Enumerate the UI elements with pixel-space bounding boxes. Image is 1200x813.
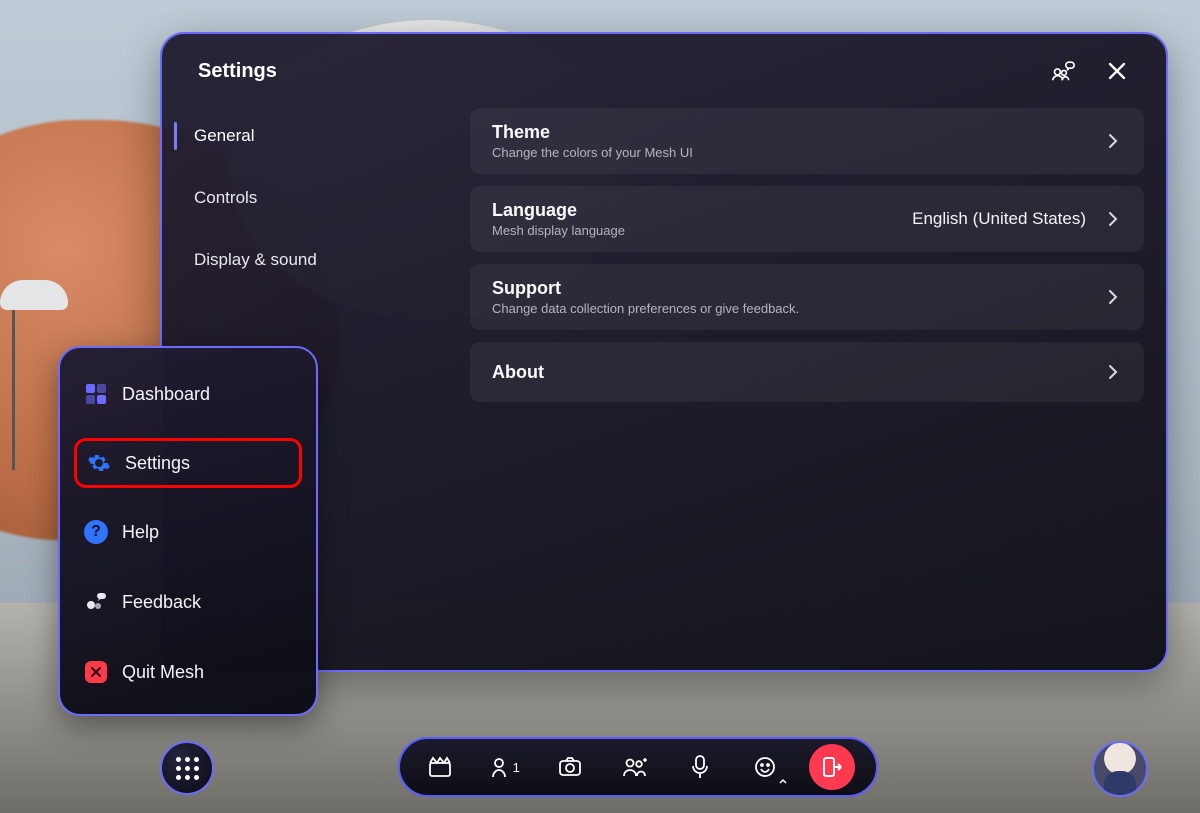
bg-lamp [0, 280, 70, 350]
row-theme[interactable]: Theme Change the colors of your Mesh UI [470, 108, 1144, 174]
camera-button[interactable] [550, 747, 590, 787]
quit-icon [84, 660, 108, 684]
row-language[interactable]: Language Mesh display language English (… [470, 186, 1144, 252]
menu-label: Help [122, 522, 159, 543]
row-main: Theme Change the colors of your Mesh UI [492, 122, 693, 160]
row-title: Support [492, 278, 799, 299]
row-right [1104, 132, 1122, 150]
participants-count: 1 [513, 760, 520, 775]
row-title: Theme [492, 122, 693, 143]
nav-label: Display & sound [194, 250, 317, 269]
dashboard-icon [84, 382, 108, 406]
settings-header-actions [1050, 58, 1130, 84]
participants-button[interactable]: 1 [485, 747, 525, 787]
bottom-toolbar: 1 [398, 737, 878, 797]
row-sub: Mesh display language [492, 223, 625, 238]
row-about[interactable]: About [470, 342, 1144, 402]
menu-item-dashboard[interactable]: Dashboard [74, 368, 302, 420]
mic-button[interactable] [680, 747, 720, 787]
chevron-up-icon [779, 777, 787, 785]
leave-icon [821, 756, 843, 778]
row-right [1104, 288, 1122, 306]
menu-panel: Dashboard Settings ? Help Feedback Quit … [58, 346, 318, 716]
smiley-icon [754, 756, 776, 778]
chevron-right-icon [1104, 132, 1122, 150]
close-icon[interactable] [1104, 58, 1130, 84]
gear-icon [87, 451, 111, 475]
chevron-right-icon [1104, 288, 1122, 306]
settings-title: Settings [198, 60, 277, 83]
clapperboard-icon [428, 756, 452, 778]
menu-item-quit[interactable]: Quit Mesh [74, 646, 302, 698]
person-icon [491, 756, 511, 778]
help-icon: ? [84, 520, 108, 544]
row-value: English (United States) [912, 209, 1086, 229]
settings-content: Theme Change the colors of your Mesh UI … [470, 98, 1144, 646]
nav-general[interactable]: General [170, 108, 470, 164]
row-right [1104, 363, 1122, 381]
leave-button[interactable] [809, 744, 855, 790]
mic-icon [691, 755, 709, 779]
menu-item-help[interactable]: ? Help [74, 506, 302, 558]
row-title: Language [492, 200, 625, 221]
chevron-right-icon [1104, 363, 1122, 381]
reactions-button[interactable] [745, 747, 785, 787]
menu-label: Quit Mesh [122, 662, 204, 683]
camera-icon [558, 757, 582, 777]
menu-label: Feedback [122, 592, 201, 613]
menu-label: Dashboard [122, 384, 210, 405]
row-right: English (United States) [912, 209, 1122, 229]
nav-controls[interactable]: Controls [170, 170, 470, 226]
menu-label: Settings [125, 453, 190, 474]
row-main: Language Mesh display language [492, 200, 625, 238]
menu-item-feedback[interactable]: Feedback [74, 576, 302, 628]
nav-display-sound[interactable]: Display & sound [170, 232, 470, 288]
people-icon [622, 757, 648, 777]
settings-header: Settings [162, 34, 1166, 98]
row-main: About [492, 362, 544, 383]
people-button[interactable] [615, 747, 655, 787]
profile-avatar[interactable] [1092, 741, 1148, 797]
nav-label: Controls [194, 188, 257, 207]
row-main: Support Change data collection preferenc… [492, 278, 799, 316]
menu-item-settings[interactable]: Settings [74, 438, 302, 488]
nav-label: General [194, 126, 254, 145]
grid-icon [176, 757, 199, 780]
app-launcher-button[interactable] [160, 741, 214, 795]
feedback-icon [84, 590, 108, 614]
row-sub: Change the colors of your Mesh UI [492, 145, 693, 160]
people-chat-icon[interactable] [1050, 58, 1076, 84]
row-sub: Change data collection preferences or gi… [492, 301, 799, 316]
clapper-button[interactable] [420, 747, 460, 787]
row-support[interactable]: Support Change data collection preferenc… [470, 264, 1144, 330]
row-title: About [492, 362, 544, 383]
chevron-right-icon [1104, 210, 1122, 228]
